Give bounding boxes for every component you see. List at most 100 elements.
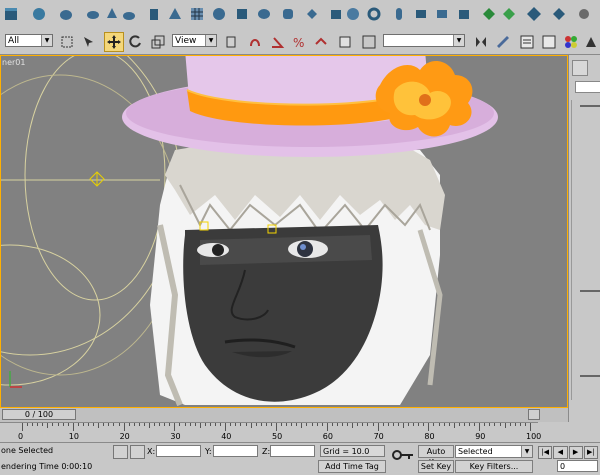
cylinder-icon[interactable] [145, 5, 163, 23]
play-icon[interactable]: ▶ [568, 446, 583, 459]
key-mode-value: Selected [458, 447, 493, 456]
align-icon[interactable] [494, 33, 512, 51]
torusknot-icon[interactable] [365, 5, 383, 23]
z-coord-field[interactable] [270, 445, 315, 457]
time-slider-thumb[interactable]: 0 / 100 [2, 409, 76, 420]
ruler-tick [494, 423, 496, 426]
particles-icon[interactable] [575, 5, 593, 23]
current-frame-field[interactable]: 0 [557, 460, 598, 472]
ruler-tick [306, 423, 308, 426]
grid-diamond-icon[interactable] [525, 5, 543, 23]
ruler-tick [479, 423, 481, 431]
lock-selection-icon[interactable] [113, 445, 128, 459]
track-bar[interactable]: 0 10 20 30 40 50 60 70 80 90 100 [0, 422, 541, 443]
rotate-icon[interactable] [126, 33, 144, 51]
create-tab-icon[interactable] [572, 60, 588, 76]
oiltank-icon[interactable] [279, 5, 297, 23]
ruler-tick [423, 423, 425, 426]
z-label: Z: [262, 447, 271, 456]
diamond-icon[interactable] [550, 5, 568, 23]
time-slider-track[interactable]: 0 / 100 [0, 408, 568, 422]
capsule-icon[interactable] [390, 5, 408, 23]
add-time-tag-button[interactable]: Add Time Tag [318, 460, 386, 473]
ruler-tick [133, 423, 135, 426]
key-mode-dropdown[interactable]: Selected ▼ [455, 445, 533, 458]
scale-icon[interactable] [149, 33, 167, 51]
perspective-viewport[interactable]: ner01 [0, 55, 568, 408]
key-icon[interactable] [392, 449, 414, 461]
y-coord-field[interactable] [213, 445, 258, 457]
hedra-green2-icon[interactable] [500, 5, 518, 23]
plane-grid-icon[interactable] [188, 5, 206, 23]
key-filters-button[interactable]: Key Filters... [455, 460, 533, 473]
spinner-snap-icon[interactable] [312, 33, 330, 51]
cone-icon[interactable] [30, 5, 48, 23]
command-panel [568, 55, 600, 422]
ruler-tick [27, 423, 29, 426]
abc-icon[interactable] [360, 33, 378, 51]
viewport-label: ner01 [2, 58, 26, 67]
absolute-mode-icon[interactable] [130, 445, 145, 459]
ruler-tick [291, 423, 293, 426]
percent-snap-icon[interactable]: % [290, 33, 308, 51]
ruler-tick-label: 30 [170, 432, 181, 441]
named-selection-dropdown[interactable]: ▼ [383, 34, 465, 47]
ruler-tick [347, 423, 349, 426]
snap-icon[interactable] [246, 33, 264, 51]
auto-key-button[interactable]: Auto Key [418, 445, 454, 467]
spindle-icon[interactable] [303, 5, 321, 23]
ruler-tick [164, 423, 166, 426]
set-key-button[interactable]: Set Key [418, 460, 454, 473]
curve-editor-icon[interactable] [540, 33, 558, 51]
lext-icon[interactable] [412, 5, 430, 23]
selection-filter-dropdown[interactable]: All ▼ [5, 34, 53, 47]
status-bar: one Selected endering Time 0:00:10 X: Y:… [0, 442, 600, 475]
ringwave-icon[interactable] [344, 5, 362, 23]
ruler-tick [22, 423, 23, 431]
ruler-tick [62, 423, 64, 426]
sphere-icon[interactable] [57, 5, 75, 23]
edit-named-sel-icon[interactable] [336, 33, 354, 51]
x-coord-field[interactable] [156, 445, 201, 457]
slider-next-arrow-icon[interactable] [528, 409, 540, 420]
reference-coord-dropdown[interactable]: View ▼ [172, 34, 217, 47]
prism-icon[interactable] [455, 5, 473, 23]
grid-spacing: Grid = 10.0 [320, 445, 385, 457]
ruler-tick-label: 90 [475, 432, 486, 441]
tube-icon[interactable] [210, 5, 228, 23]
chamfercyl-icon[interactable] [255, 5, 273, 23]
mirror-icon[interactable] [472, 33, 490, 51]
pyramid-icon[interactable] [166, 5, 184, 23]
next-frame-icon[interactable]: ▶| [583, 446, 598, 459]
torus-icon[interactable] [103, 5, 121, 23]
ruler-tick [98, 423, 100, 428]
ruler-tick [321, 423, 323, 426]
pivot-icon[interactable] [222, 33, 240, 51]
move-icon[interactable] [104, 32, 124, 52]
ruler-tick [377, 423, 379, 431]
goto-start-icon[interactable]: |◀ [538, 446, 553, 459]
gengon-icon[interactable] [327, 5, 345, 23]
angle-snap-icon[interactable] [268, 33, 286, 51]
ruler-tick-label: 0 [18, 432, 24, 441]
ruler-tick [397, 423, 399, 426]
y-label: Y: [205, 447, 212, 456]
select-by-name-icon[interactable] [80, 33, 98, 51]
ruler-tick [326, 423, 328, 431]
teapot-icon[interactable] [120, 5, 138, 23]
ruler-tick [138, 423, 140, 426]
ruler-tick [372, 423, 374, 426]
ruler-tick [352, 423, 354, 428]
material-editor-icon[interactable] [562, 33, 580, 51]
object-name-field[interactable] [575, 81, 600, 93]
select-object-icon[interactable] [58, 33, 76, 51]
prev-frame-icon[interactable]: ◀ [553, 446, 568, 459]
hedra-green-icon[interactable] [480, 5, 498, 23]
box-icon[interactable] [2, 5, 20, 23]
cext-icon[interactable] [433, 5, 451, 23]
layer-manager-icon[interactable] [518, 33, 536, 51]
ruler-tick [489, 423, 491, 426]
geosphere-icon[interactable] [84, 5, 102, 23]
render-setup-icon[interactable] [582, 33, 600, 51]
chamferbox-icon[interactable] [233, 5, 251, 23]
